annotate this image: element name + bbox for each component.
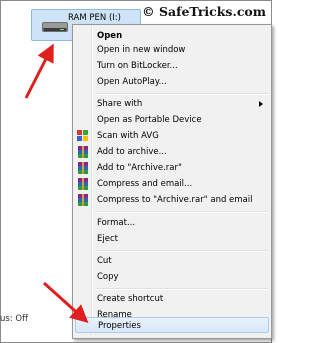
menu-item-scan-avg-label: Scan with AVG xyxy=(97,131,159,141)
menu-item-open-new-window[interactable]: Open in new window xyxy=(75,42,269,58)
drive-label: RAM PEN (I:) xyxy=(68,13,121,23)
menu-item-copy[interactable]: Copy xyxy=(75,269,269,285)
menu-item-compress-email[interactable]: Compress and email... xyxy=(75,176,269,192)
menu-item-share-with-label: Share with xyxy=(97,99,143,109)
winrar-icon xyxy=(78,162,88,174)
menu-item-scan-avg[interactable]: Scan with AVG xyxy=(75,128,269,144)
menu-separator xyxy=(95,288,268,290)
menu-item-format[interactable]: Format... xyxy=(75,215,269,231)
menu-item-properties[interactable]: Properties xyxy=(75,317,269,333)
context-menu: Open Open in new window Turn on BitLocke… xyxy=(72,24,272,339)
status-text: us: Off xyxy=(0,314,28,324)
menu-item-compress-email-label: Compress and email... xyxy=(97,179,193,189)
menu-item-create-shortcut[interactable]: Create shortcut xyxy=(75,291,269,307)
winrar-icon xyxy=(78,178,88,190)
usb-drive-icon xyxy=(42,22,68,32)
menu-separator xyxy=(95,211,268,213)
avg-icon xyxy=(77,130,88,141)
watermark: © SafeTricks.com xyxy=(142,4,266,19)
menu-separator xyxy=(95,250,268,252)
menu-item-add-rar[interactable]: Add to "Archive.rar" xyxy=(75,160,269,176)
menu-item-bitlocker[interactable]: Turn on BitLocker... xyxy=(75,58,269,74)
menu-item-compress-rar-email-label: Compress to "Archive.rar" and email xyxy=(97,195,253,205)
menu-item-eject[interactable]: Eject xyxy=(75,231,269,247)
winrar-icon xyxy=(78,146,88,158)
submenu-arrow-icon xyxy=(259,101,263,107)
menu-separator xyxy=(95,93,268,95)
menu-item-share-with[interactable]: Share with xyxy=(75,96,269,112)
menu-item-add-archive[interactable]: Add to archive... xyxy=(75,144,269,160)
menu-item-compress-rar-email[interactable]: Compress to "Archive.rar" and email xyxy=(75,192,269,208)
menu-item-cut[interactable]: Cut xyxy=(75,253,269,269)
winrar-icon xyxy=(78,194,88,206)
menu-item-add-archive-label: Add to archive... xyxy=(97,147,167,157)
menu-item-add-rar-label: Add to "Archive.rar" xyxy=(97,163,182,173)
menu-item-portable-device[interactable]: Open as Portable Device xyxy=(75,112,269,128)
menu-item-autoplay[interactable]: Open AutoPlay... xyxy=(75,74,269,90)
